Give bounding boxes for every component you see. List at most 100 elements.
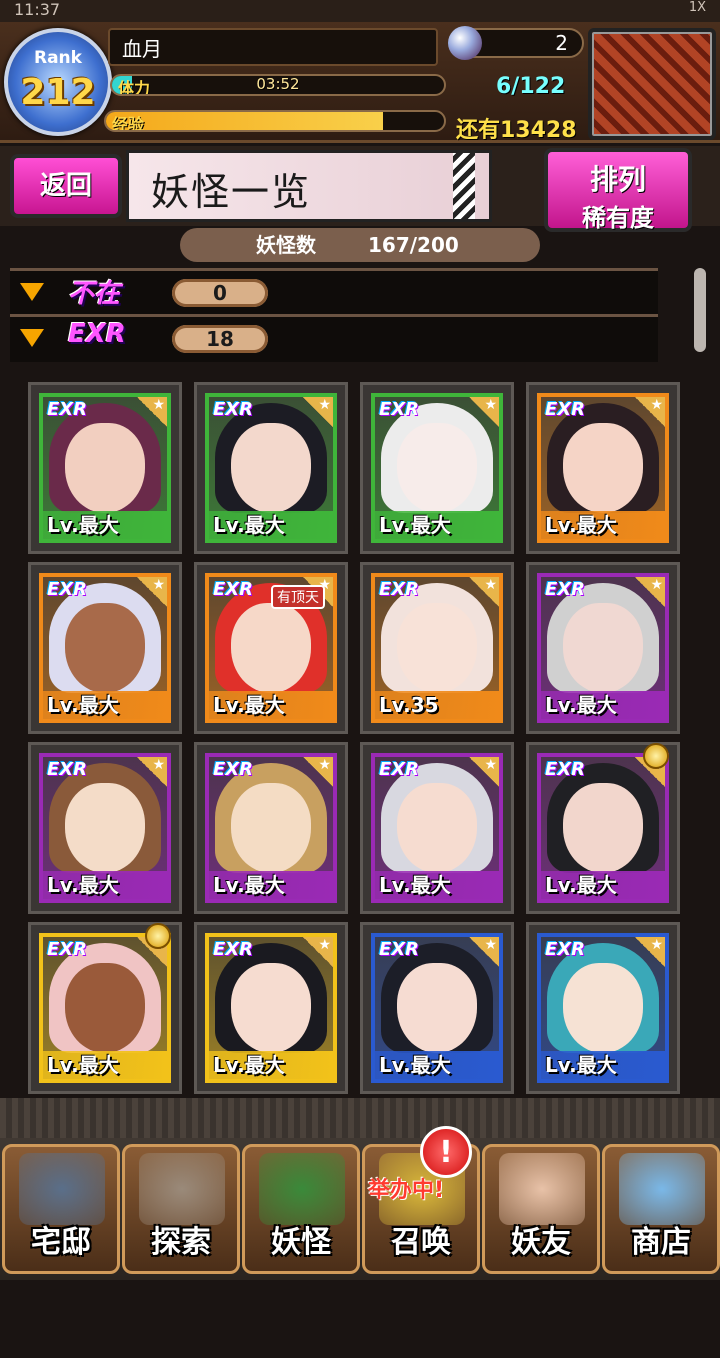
nav-button[interactable]: 宅邸 xyxy=(2,1144,120,1274)
rarity-badge: EXR xyxy=(213,399,254,420)
monster-portrait: EXR★Lv.最大 xyxy=(371,393,503,543)
portrait-face xyxy=(231,783,311,873)
star-icon: ★ xyxy=(469,757,499,787)
monster-card[interactable]: EXR ★ Lv.35 xyxy=(360,562,514,734)
monster-card[interactable]: EXR★Lv.最大 xyxy=(360,922,514,1094)
monster-portrait: EXR★Lv.最大 xyxy=(205,933,337,1083)
status-bar: 11:37 1X xyxy=(0,0,720,22)
nav-button[interactable]: 商店 xyxy=(602,1144,720,1274)
filter-row[interactable]: EXR 18 xyxy=(10,314,658,361)
expand-triangle-icon[interactable] xyxy=(20,283,44,301)
level-label: Lv.最大 xyxy=(209,871,333,899)
nav-button[interactable]: 妖友 xyxy=(482,1144,600,1274)
monster-portrait: EXR★Lv.最大 xyxy=(537,753,669,903)
nav-button[interactable]: 妖怪 xyxy=(242,1144,360,1274)
portrait-face xyxy=(397,963,477,1053)
monster-card[interactable]: EXR★Lv.最大 xyxy=(28,562,182,734)
monster-card[interactable]: EXR ★ Lv.最大 xyxy=(526,382,680,554)
monster-card[interactable]: EXR★Lv.最大 xyxy=(360,742,514,914)
nav-divider xyxy=(0,1098,720,1138)
monster-card[interactable]: EXR★Lv.最大 xyxy=(28,922,182,1094)
monster-portrait: EXR★Lv.最大 xyxy=(39,393,171,543)
monster-count-label: 妖怪数 xyxy=(256,233,316,257)
nav-label: 妖友 xyxy=(511,1225,571,1260)
rarity-badge: EXR xyxy=(379,399,420,420)
rarity-badge: EXR xyxy=(545,759,586,780)
orb-icon xyxy=(619,1153,705,1225)
rank-badge: Rank 212 xyxy=(4,28,112,136)
level-label: Lv.35 xyxy=(375,691,499,719)
monster-card[interactable]: EXR★Lv.最大 xyxy=(194,382,348,554)
portrait-face xyxy=(65,423,145,513)
back-button[interactable]: 返回 xyxy=(10,154,122,218)
monster-card[interactable]: EXR★Lv.最大 xyxy=(194,922,348,1094)
monster-card[interactable]: EXR ★ Lv.最大 有顶天 xyxy=(194,562,348,734)
monster-count-value: 167/200 xyxy=(368,233,459,257)
storage-chest-icon[interactable] xyxy=(588,28,716,140)
capacity-count: 6/122 xyxy=(496,74,566,99)
rarity-badge: EXR xyxy=(47,399,88,420)
sort-label: 排列 xyxy=(589,163,646,196)
monster-portrait: EXR★Lv.最大 xyxy=(537,573,669,723)
monster-card[interactable]: EXR★Lv.最大 xyxy=(194,742,348,914)
portrait-face xyxy=(563,423,643,513)
rarity-count: 0 xyxy=(172,279,268,307)
rank-number: 212 xyxy=(20,72,96,113)
rarity-badge: EXR xyxy=(545,399,586,420)
rarity-badge: EXR xyxy=(545,579,586,600)
expand-triangle-icon[interactable] xyxy=(20,329,44,347)
exp-fill xyxy=(106,112,384,130)
nav-label: 宅邸 xyxy=(31,1225,91,1260)
level-label: Lv.最大 xyxy=(541,511,665,539)
star-icon: ★ xyxy=(303,757,333,787)
monster-portrait: EXR ★ Lv.最大 有顶天 xyxy=(205,573,337,723)
monster-card[interactable]: EXR★Lv.最大 xyxy=(526,562,680,734)
star-icon: ★ xyxy=(469,937,499,967)
portrait-face xyxy=(563,963,643,1053)
sort-button[interactable]: 排列 稀有度 xyxy=(544,148,692,232)
sort-mode: 稀有度 xyxy=(582,204,654,232)
monster-portrait: EXR★Lv.最大 xyxy=(39,573,171,723)
monster-card[interactable]: EXR ★ Lv.最大 xyxy=(526,922,680,1094)
rarity-badge: EXR xyxy=(379,579,420,600)
portrait-face xyxy=(397,603,477,693)
monster-card[interactable]: EXR★Lv.最大 xyxy=(526,742,680,914)
exp-label: 经验 xyxy=(112,115,145,132)
gem-icon xyxy=(448,26,482,60)
scrollbar-thumb[interactable] xyxy=(694,268,706,352)
event-promo-label: 举办中! xyxy=(368,1178,445,1203)
monster-portrait: EXR★Lv.最大 xyxy=(371,753,503,903)
star-icon: ★ xyxy=(635,397,665,427)
page-title-box: 妖怪一览 xyxy=(126,150,492,222)
nav-label: 商店 xyxy=(631,1225,691,1260)
player-name: 血月 xyxy=(108,28,438,66)
star-icon: ★ xyxy=(137,577,167,607)
rarity-badge: EXR xyxy=(47,939,88,960)
portrait-face xyxy=(65,603,145,693)
nav-button[interactable]: 探索 xyxy=(122,1144,240,1274)
star-icon: ★ xyxy=(137,397,167,427)
player-header: Rank 212 血月 体力 03:52 经验 2 6/122 还有13428 xyxy=(0,22,720,143)
star-icon: ★ xyxy=(469,397,499,427)
level-label: Lv.最大 xyxy=(209,1051,333,1079)
rarity-badge: EXR xyxy=(213,579,254,600)
monster-portrait: EXR★Lv.最大 xyxy=(205,753,337,903)
monster-portrait: EXR ★ Lv.35 xyxy=(371,573,503,723)
monster-portrait: EXR★Lv.最大 xyxy=(371,933,503,1083)
monster-count-bar: 妖怪数 167/200 xyxy=(180,228,540,262)
star-icon: ★ xyxy=(635,937,665,967)
level-label: Lv.最大 xyxy=(541,1051,665,1079)
friend-icon xyxy=(499,1153,585,1225)
monster-portrait: EXR★Lv.最大 xyxy=(39,933,171,1083)
monster-card[interactable]: EXR★Lv.最大 xyxy=(28,382,182,554)
monster-card[interactable]: EXR★Lv.最大 xyxy=(360,382,514,554)
monster-card[interactable]: EXR★Lv.最大 xyxy=(28,742,182,914)
star-icon: ★ xyxy=(303,937,333,967)
level-label: Lv.最大 xyxy=(43,691,167,719)
rarity-count: 18 xyxy=(172,325,268,353)
portrait-face xyxy=(397,783,477,873)
rarity-badge: EXR xyxy=(379,939,420,960)
filter-row[interactable]: 不在 0 xyxy=(10,268,658,315)
rarity-badge: EXR xyxy=(545,939,586,960)
status-indicators: 1X xyxy=(688,0,706,15)
